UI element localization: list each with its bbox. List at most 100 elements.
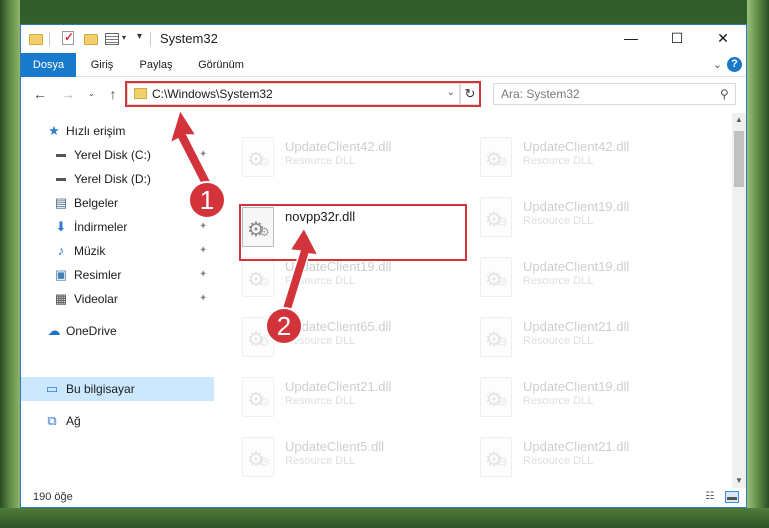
file-name: UpdateClient19.dll	[285, 259, 392, 274]
sidebar-item-local-disk-d[interactable]: ▬ Yerel Disk (D:) ✦	[21, 167, 214, 191]
dll-file-icon	[480, 317, 512, 357]
pictures-icon: ▣	[54, 267, 68, 282]
recent-locations-icon[interactable]: ⌄	[88, 89, 95, 98]
sidebar-item-label: Yerel Disk (C:)	[74, 148, 151, 162]
tab-gorunum[interactable]: Görünüm	[189, 53, 253, 77]
sidebar-item-label: Bu bilgisayar	[66, 382, 135, 396]
cloud-icon: ☁	[47, 323, 61, 338]
search-placeholder: Ara: System32	[501, 87, 580, 101]
status-bar: 190 öğe ☷ ▬	[21, 488, 746, 507]
tab-dosya[interactable]: Dosya	[21, 53, 76, 77]
sidebar-item-videos[interactable]: ▦ Videolar ✦	[21, 287, 214, 311]
file-item[interactable]: UpdateClient19.dll Resource DLL	[474, 253, 704, 301]
scroll-up-icon[interactable]: ▲	[732, 113, 746, 127]
address-highlight-box	[125, 81, 481, 107]
dll-file-icon	[242, 257, 274, 297]
scrollbar-thumb[interactable]	[734, 131, 744, 187]
sidebar-item-label: Resimler	[74, 268, 122, 282]
file-item[interactable]: UpdateClient21.dll Resource DLL	[474, 313, 704, 361]
search-icon[interactable]: ⚲	[720, 87, 729, 101]
file-item[interactable]: UpdateClient21.dll Resource DLL	[236, 373, 466, 421]
tab-giris[interactable]: Giriş	[81, 53, 123, 77]
forward-button[interactable]: →	[59, 86, 77, 102]
customize-dropdown-icon[interactable]: ▾	[137, 31, 142, 42]
pin-icon[interactable]: ✦	[199, 167, 207, 191]
file-name: UpdateClient65.dll	[285, 319, 392, 334]
file-name: UpdateClient5.dll	[285, 439, 385, 454]
music-icon: ♪	[57, 243, 65, 258]
sidebar-item-downloads[interactable]: ⬇ İndirmeler ✦	[21, 215, 214, 239]
sidebar-item-label: Videolar	[74, 292, 118, 306]
file-type: Resource DLL	[523, 275, 594, 287]
file-name: UpdateClient42.dll	[523, 139, 630, 154]
file-type: Resource DLL	[523, 395, 594, 407]
sidebar-item-network[interactable]: ⧉ Ağ	[21, 409, 214, 433]
file-item[interactable]: UpdateClient19.dll Resource DLL	[474, 373, 704, 421]
sidebar-item-quick-access[interactable]: ★ Hızlı erişim	[21, 119, 214, 143]
desktop-background-bottom	[0, 508, 769, 528]
sidebar-item-music[interactable]: ♪ Müzik ✦	[21, 239, 214, 263]
new-folder-icon[interactable]	[84, 31, 98, 45]
title-bar: ▾ ▾ System32 — ☐ ✕	[21, 25, 746, 53]
close-button[interactable]: ✕	[700, 25, 746, 53]
sidebar-item-onedrive[interactable]: ☁ OneDrive	[21, 319, 214, 343]
file-type: Resource DLL	[285, 335, 356, 347]
desktop-background-right	[747, 0, 769, 528]
search-input[interactable]: Ara: System32 ⚲	[493, 83, 736, 105]
large-icons-view-icon[interactable]: ▬	[725, 491, 739, 503]
documents-icon: ▤	[54, 195, 68, 210]
file-highlight-box	[239, 204, 467, 261]
file-name: UpdateClient21.dll	[523, 319, 630, 334]
pin-icon[interactable]: ✦	[199, 215, 207, 239]
file-type: Resource DLL	[523, 215, 594, 227]
help-icon[interactable]: ?	[727, 57, 742, 72]
chevron-down-icon[interactable]: ▾	[122, 33, 126, 42]
up-button[interactable]: ↑	[104, 86, 122, 102]
pin-icon[interactable]: ✦	[199, 191, 207, 215]
sidebar-item-this-pc[interactable]: ▭ Bu bilgisayar	[21, 377, 214, 401]
vertical-scrollbar[interactable]: ▲ ▼	[732, 113, 746, 488]
file-item[interactable]: UpdateClient65.dll Resource DLL	[236, 313, 466, 361]
dll-file-icon	[242, 317, 274, 357]
scroll-down-icon[interactable]: ▼	[732, 474, 746, 488]
minimize-button[interactable]: —	[608, 25, 654, 53]
pin-icon[interactable]: ✦	[199, 239, 207, 263]
dll-file-icon	[480, 137, 512, 177]
computer-icon: ▭	[45, 381, 59, 396]
file-name: UpdateClient42.dll	[285, 139, 392, 154]
maximize-button[interactable]: ☐	[654, 25, 700, 53]
dll-file-icon	[480, 437, 512, 477]
file-item[interactable]: UpdateClient19.dll Resource DLL	[474, 193, 704, 241]
properties-check-icon[interactable]	[62, 30, 76, 45]
folder-icon	[29, 31, 43, 45]
file-explorer-window: ▾ ▾ System32 — ☐ ✕ Dosya Giriş Paylaş Gö…	[20, 24, 747, 508]
pin-icon[interactable]: ✦	[199, 143, 207, 167]
properties-list-icon[interactable]	[105, 31, 119, 45]
file-item[interactable]: UpdateClient42.dll Resource DLL	[474, 133, 704, 181]
back-button[interactable]: ←	[31, 86, 49, 102]
pin-icon[interactable]: ✦	[199, 287, 207, 311]
pin-icon[interactable]: ✦	[199, 263, 207, 287]
file-item[interactable]: UpdateClient42.dll Resource DLL	[236, 133, 466, 181]
file-name: UpdateClient21.dll	[285, 379, 392, 394]
file-name: UpdateClient21.dll	[523, 439, 630, 454]
dll-file-icon	[480, 377, 512, 417]
file-type: Resource DLL	[523, 335, 594, 347]
file-name: UpdateClient19.dll	[523, 379, 630, 394]
sidebar-item-local-disk-c[interactable]: ▬ Yerel Disk (C:) ✦	[21, 143, 214, 167]
file-name: UpdateClient19.dll	[523, 259, 630, 274]
expand-ribbon-icon[interactable]: ⌄	[713, 58, 722, 71]
network-icon: ⧉	[47, 413, 57, 428]
details-view-icon[interactable]: ☷	[703, 491, 717, 503]
sidebar-item-documents[interactable]: ▤ Belgeler ✦	[21, 191, 214, 215]
toolbar-divider	[49, 32, 50, 46]
drive-icon: ▬	[56, 149, 66, 160]
sidebar-item-pictures[interactable]: ▣ Resimler ✦	[21, 263, 214, 287]
file-item[interactable]: UpdateClient21.dll Resource DLL	[474, 433, 704, 481]
sidebar-item-label: Yerel Disk (D:)	[74, 172, 151, 186]
file-type: Resource DLL	[285, 455, 356, 467]
tab-paylas[interactable]: Paylaş	[131, 53, 181, 77]
file-type: Resource DLL	[523, 155, 594, 167]
star-icon: ★	[48, 123, 60, 138]
file-item[interactable]: UpdateClient5.dll Resource DLL	[236, 433, 466, 481]
